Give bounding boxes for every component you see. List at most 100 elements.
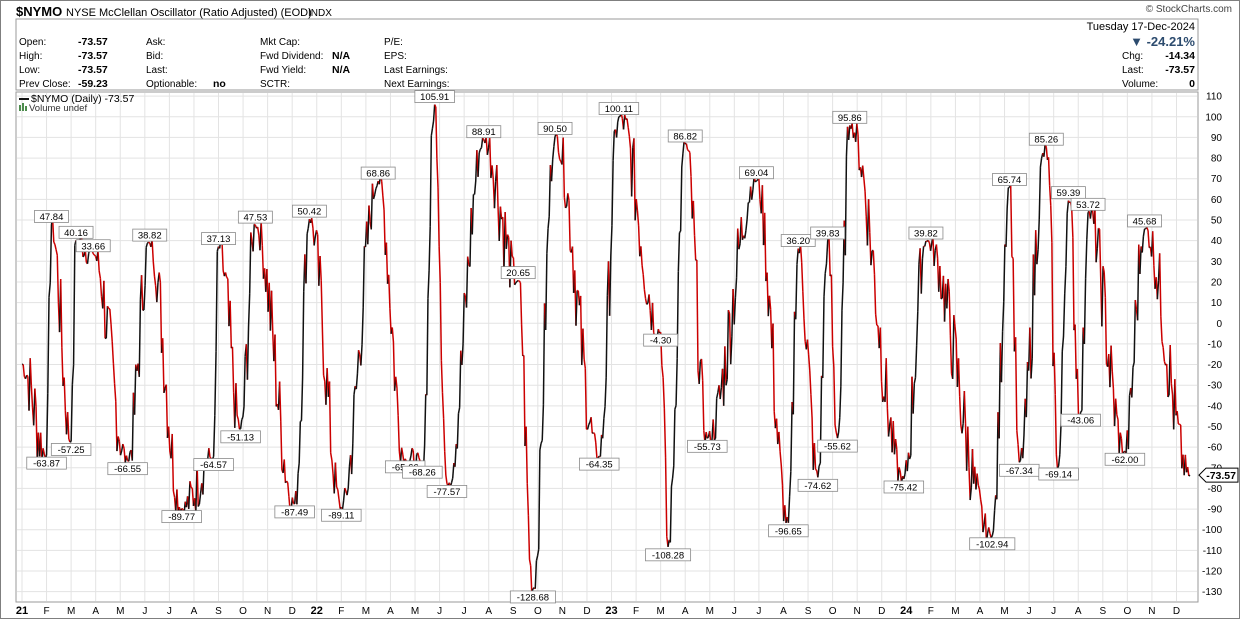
x-tick-label: J	[142, 606, 147, 617]
series-segment	[646, 302, 649, 305]
series-segment	[69, 440, 72, 443]
series-segment	[1011, 256, 1014, 259]
last2-value: -73.57	[1165, 64, 1195, 76]
value-annotation: -57.25	[50, 443, 92, 456]
pe-label: P/E:	[384, 37, 403, 48]
annotation-label: 69.04	[745, 168, 769, 179]
y-tick-label: 90	[1211, 133, 1223, 144]
annotation-label: 33.66	[81, 241, 105, 252]
last2-label: Last:	[1122, 65, 1144, 76]
change-percent: ▼ -24.21%	[1130, 34, 1195, 49]
series-segment	[706, 436, 710, 439]
value-annotation: 86.82	[667, 129, 703, 142]
x-tick-label: S	[1099, 606, 1106, 617]
annotation-label: 47.84	[40, 212, 64, 223]
y-tick-label: -80	[1208, 484, 1223, 495]
annotation-label: -75.42	[890, 482, 917, 493]
x-tick-label: J	[462, 606, 467, 617]
value-annotation: -77.57	[426, 485, 468, 498]
value-annotation: -4.30	[643, 333, 679, 347]
value-annotation: 90.50	[537, 121, 573, 135]
x-tick-label: D	[878, 606, 885, 617]
series-segment	[190, 486, 193, 489]
y-tick-label: 10	[1211, 298, 1223, 309]
series-segment	[518, 280, 522, 284]
value-annotation: -96.65	[768, 524, 809, 537]
annotation-label: 39.82	[914, 229, 938, 240]
series-segment	[148, 241, 151, 244]
x-tick-label: J	[437, 606, 442, 617]
annotation-label: -43.06	[1067, 416, 1094, 427]
series-segment	[92, 253, 95, 256]
last-label: Last:	[146, 65, 168, 76]
volume-label: Volume:	[1122, 79, 1158, 90]
value-annotation: 39.83	[810, 226, 846, 240]
value-annotation: -75.42	[883, 480, 925, 493]
y-tick-label: 70	[1211, 174, 1223, 185]
ask-label: Ask:	[146, 37, 165, 48]
sctr-label: SCTR:	[260, 79, 290, 90]
x-tick-label: S	[215, 606, 222, 617]
y-tick-label: 60	[1211, 195, 1223, 206]
series-segment	[876, 324, 879, 327]
annotation-label: -87.49	[281, 507, 308, 518]
x-tick-label: F	[633, 606, 639, 617]
value-annotation: 85.26	[1028, 132, 1064, 146]
x-tick-label: M	[1000, 606, 1008, 617]
value-annotation: -62.00	[1104, 452, 1146, 466]
x-tick-label: M	[411, 606, 419, 617]
value-annotation: -89.77	[161, 510, 202, 523]
annotation-label: 50.42	[298, 207, 322, 218]
annotation-label: -74.62	[804, 481, 831, 492]
x-tick-label: N	[264, 606, 271, 617]
value-annotation: -68.26	[402, 465, 443, 479]
x-tick-label: 24	[900, 605, 913, 617]
annotation-label: -96.65	[775, 526, 802, 537]
value-annotation: 38.82	[132, 228, 168, 242]
annotation-label: 53.72	[1076, 200, 1100, 211]
annotation-label: 20.65	[506, 268, 530, 279]
value-annotation: -128.68	[509, 590, 556, 603]
series-segment	[253, 223, 256, 226]
last-earnings-label: Last Earnings:	[384, 65, 448, 76]
brand-text: © StockCharts.com	[1146, 4, 1232, 15]
x-tick-label: D	[289, 606, 296, 617]
high-value: -73.57	[78, 50, 108, 62]
series-segment	[1097, 227, 1101, 230]
series-segment	[515, 280, 518, 284]
value-annotation: -102.94	[969, 537, 1016, 550]
value-annotation: 88.91	[466, 125, 502, 138]
x-tick-label: D	[583, 606, 590, 617]
annotation-label: 68.86	[366, 169, 390, 180]
annotation-label: -55.73	[694, 442, 721, 453]
chg-value: -14.34	[1165, 50, 1195, 62]
annotation-label: 39.83	[816, 229, 840, 240]
series-segment	[592, 432, 596, 435]
x-tick-label: A	[682, 606, 689, 617]
value-annotation: -69.14	[1038, 467, 1079, 481]
series-segment	[511, 256, 514, 259]
fwd-dividend-label: Fwd Dividend:	[260, 51, 323, 62]
eps-label: EPS:	[384, 51, 407, 62]
y-tick-label: 20	[1211, 277, 1223, 288]
series-segment	[482, 137, 485, 141]
value-annotation: 36.20	[780, 234, 816, 247]
bid-label: Bid:	[146, 51, 163, 62]
y-tick-label: 100	[1205, 112, 1222, 123]
series-segment	[588, 421, 591, 425]
series-segment	[433, 104, 437, 108]
series-segment	[82, 255, 85, 258]
legend-volume: Volume undef	[29, 103, 87, 114]
series-segment	[53, 241, 56, 245]
value-annotation: -64.35	[579, 457, 620, 471]
annotation-label: -77.57	[433, 487, 460, 498]
series-segment	[687, 149, 690, 152]
value-annotation: 53.72	[1070, 197, 1106, 211]
open-value: -73.57	[78, 36, 108, 48]
x-tick-label: M	[67, 606, 75, 617]
value-annotation: -67.34	[999, 463, 1040, 477]
value-annotation: -51.13	[220, 430, 261, 443]
x-tick-label: J	[1027, 606, 1032, 617]
exchange: INDX	[308, 8, 332, 19]
high-label: High:	[19, 51, 42, 62]
